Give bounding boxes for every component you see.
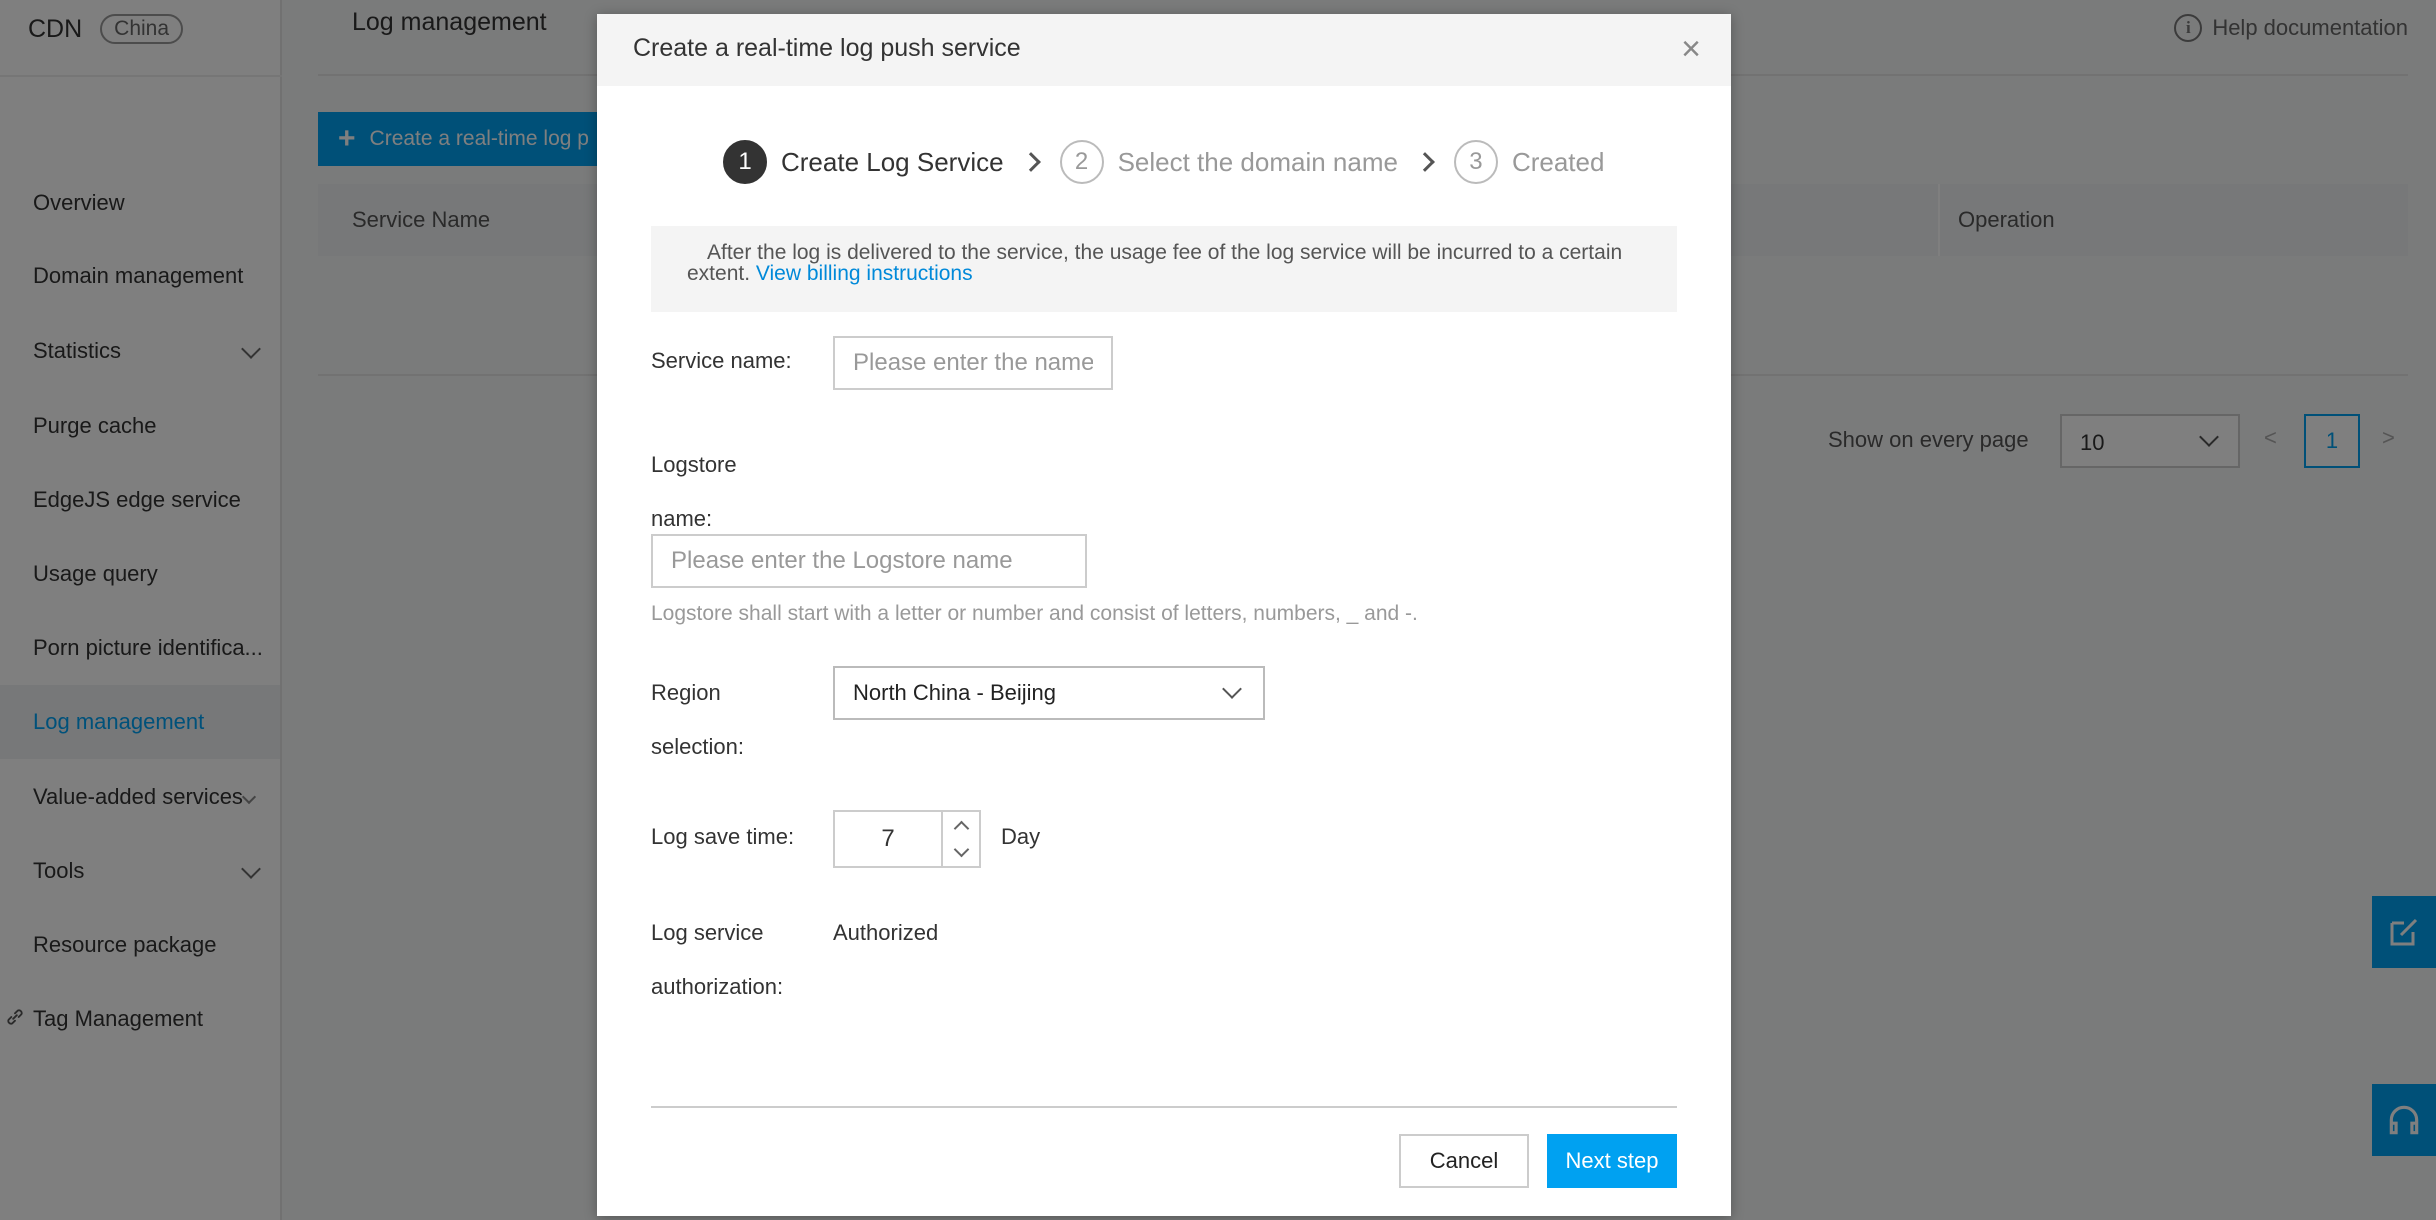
step-number: 1 <box>723 140 767 184</box>
save-time-label: Log save time: <box>651 824 795 849</box>
service-name-label: Service name: <box>651 348 792 373</box>
chevron-down-icon <box>953 841 969 858</box>
cancel-button[interactable]: Cancel <box>1399 1134 1529 1188</box>
save-time-unit: Day <box>1001 824 1041 849</box>
dialog-header: Create a real-time log push service × <box>597 14 1731 86</box>
step-label: Select the domain name <box>1117 146 1398 177</box>
chevron-up-icon <box>953 820 969 837</box>
step-1: 1 Create Log Service <box>723 140 1004 184</box>
authorization-label-line2: authorization: <box>651 974 784 999</box>
billing-instructions-link[interactable]: View billing instructions <box>756 262 973 285</box>
region-label-line2: selection: <box>651 734 744 759</box>
step-number: 2 <box>1059 140 1104 184</box>
chevron-down-icon <box>1222 679 1242 699</box>
increment-button[interactable] <box>943 812 979 839</box>
create-log-push-dialog: Create a real-time log push service × 1 … <box>597 14 1731 1216</box>
save-time-stepper <box>833 810 981 868</box>
step-indicator: 1 Create Log Service 2 Select the domain… <box>723 140 1604 184</box>
step-number: 3 <box>1453 140 1498 184</box>
service-name-input[interactable] <box>833 336 1113 390</box>
region-select[interactable]: North China - Beijing <box>833 666 1265 720</box>
region-value: North China - Beijing <box>853 680 1056 705</box>
logstore-label-line1: Logstore <box>651 452 737 477</box>
step-3: 3 Created <box>1453 140 1605 184</box>
dialog-title: Create a real-time log push service <box>633 34 1021 62</box>
step-label: Created <box>1511 146 1605 177</box>
step-label: Create Log Service <box>781 146 1004 177</box>
logstore-name-input[interactable] <box>651 534 1087 588</box>
dialog-footer-divider <box>651 1106 1677 1108</box>
authorization-status: Authorized <box>833 920 939 945</box>
chevron-right-icon <box>1415 152 1435 172</box>
logstore-hint: Logstore shall start with a letter or nu… <box>651 602 1418 625</box>
region-label-line1: Region <box>651 680 721 705</box>
chevron-right-icon <box>1020 152 1041 172</box>
authorization-label-line1: Log service <box>651 920 764 945</box>
billing-notice: After the log is delivered to the servic… <box>651 226 1677 312</box>
decrement-button[interactable] <box>943 839 979 866</box>
next-step-button[interactable]: Next step <box>1547 1134 1677 1188</box>
stepper-buttons <box>943 812 979 866</box>
step-2: 2 Select the domain name <box>1059 140 1398 184</box>
close-icon[interactable]: × <box>1681 32 1701 66</box>
save-time-input[interactable] <box>835 812 943 866</box>
